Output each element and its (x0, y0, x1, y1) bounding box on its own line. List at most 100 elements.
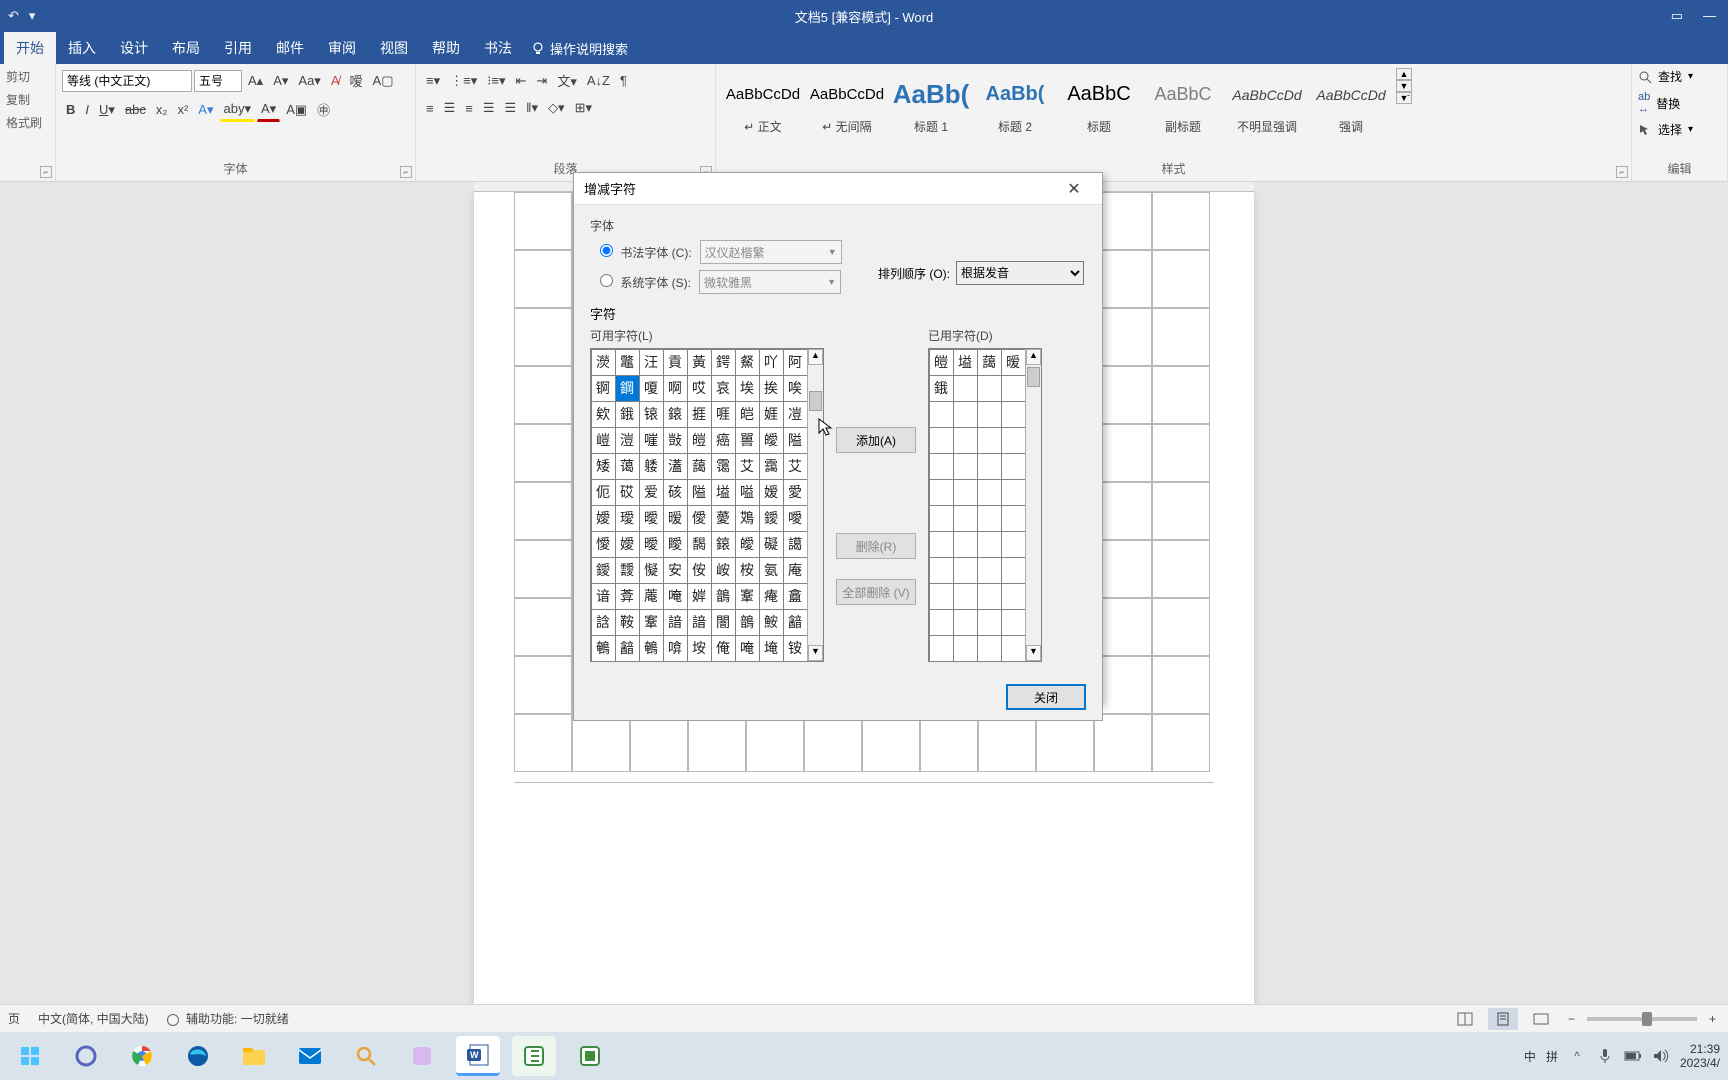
scroll-down-icon[interactable]: ▼ (808, 645, 823, 661)
char-cell[interactable]: 薆 (711, 505, 736, 532)
char-cell[interactable]: 鋨 (615, 401, 640, 428)
char-cell[interactable] (977, 401, 1002, 428)
view-read-button[interactable] (1450, 1008, 1480, 1030)
char-cell[interactable] (1001, 375, 1026, 402)
search-icon[interactable] (344, 1036, 388, 1076)
char-cell[interactable] (977, 453, 1002, 480)
tab-references[interactable]: 引用 (212, 32, 264, 64)
style-item[interactable]: AaBb(标题 2 (974, 68, 1056, 138)
char-cell[interactable] (953, 401, 978, 428)
format-painter-button[interactable]: 格式刷 (6, 114, 42, 131)
scroll-up-icon[interactable]: ▲ (808, 349, 823, 365)
enclose-char-button[interactable]: ㊥ (313, 97, 334, 122)
styles-gallery[interactable]: AaBbCcDd↵ 正文AaBbCcDd↵ 无间隔AaBb(标题 1AaBb(标… (722, 68, 1392, 138)
char-cell[interactable]: 鮟 (759, 609, 784, 636)
char-cell[interactable]: 鑀 (759, 505, 784, 532)
grow-font-button[interactable]: A▴ (244, 70, 267, 92)
style-item[interactable]: AaBbC标题 (1058, 68, 1140, 138)
char-cell[interactable]: 藹 (977, 349, 1002, 376)
char-cell[interactable]: 鼈 (615, 349, 640, 376)
callig-font-select[interactable]: 汉仪赵楷繁 ▼ (700, 240, 842, 264)
scroll-down-icon[interactable]: ▼ (1026, 645, 1041, 661)
char-cell[interactable] (1001, 401, 1026, 428)
status-language[interactable]: 中文(简体, 中国大陆) (38, 1010, 149, 1027)
char-cell[interactable]: 砹 (615, 479, 640, 506)
char-cell[interactable]: 汪 (639, 349, 664, 376)
char-cell[interactable]: 鎄 (663, 401, 688, 428)
char-cell[interactable] (953, 505, 978, 532)
char-cell[interactable]: 蔼 (615, 453, 640, 480)
italic-button[interactable]: I (81, 99, 93, 120)
tray-chevron-icon[interactable]: ^ (1568, 1047, 1586, 1065)
char-cell[interactable]: 婩 (687, 583, 712, 610)
char-cell[interactable]: 鞌 (639, 609, 664, 636)
explorer-icon[interactable] (232, 1036, 276, 1076)
tray-time[interactable]: 21:39 (1680, 1042, 1720, 1056)
align-right-button[interactable]: ≡ (461, 98, 477, 119)
char-cell[interactable]: 暧 (1001, 349, 1026, 376)
char-cell[interactable] (977, 427, 1002, 454)
char-cell[interactable]: 垵 (687, 635, 712, 662)
char-cell[interactable] (929, 427, 954, 454)
char-cell[interactable]: 嘼 (735, 427, 760, 454)
char-cell[interactable] (1001, 427, 1026, 454)
cut-button[interactable]: 剪切 (6, 68, 42, 85)
char-cell[interactable]: 硋 (663, 479, 688, 506)
copilot-icon[interactable] (64, 1036, 108, 1076)
char-cell[interactable]: 哀 (711, 375, 736, 402)
zoom-slider[interactable] (1587, 1017, 1697, 1021)
char-cell[interactable] (977, 375, 1002, 402)
remove-all-button[interactable]: 全部删除 (V) (836, 579, 916, 605)
tab-mail[interactable]: 邮件 (264, 32, 316, 64)
char-cell[interactable]: 鵪 (639, 635, 664, 662)
char-cell[interactable]: 諳 (687, 609, 712, 636)
char-cell[interactable] (929, 609, 954, 636)
char-cell[interactable]: 躷 (639, 453, 664, 480)
tell-me[interactable]: 操作说明搜索 (530, 39, 628, 64)
char-cell[interactable]: 鞍 (615, 609, 640, 636)
numbering-button[interactable]: ⋮≡▾ (446, 70, 481, 92)
char-cell[interactable] (929, 635, 954, 662)
char-cell[interactable]: 凒 (783, 401, 808, 428)
char-cell[interactable] (953, 557, 978, 584)
increase-indent-button[interactable]: ⇥ (532, 70, 551, 92)
scrollbar[interactable]: ▲ ▼ (1025, 349, 1041, 661)
add-button[interactable]: 添加(A) (836, 427, 916, 453)
char-cell[interactable]: 隘 (687, 479, 712, 506)
dialog-titlebar[interactable]: 增减字符 ✕ (574, 173, 1102, 205)
tab-design[interactable]: 设计 (108, 32, 160, 64)
strikethrough-button[interactable]: abc (121, 99, 150, 120)
char-cell[interactable]: 瞹 (663, 531, 688, 558)
char-cell[interactable]: 嗌 (735, 479, 760, 506)
char-cell[interactable]: 鑀 (591, 557, 616, 584)
dialog-launcher-icon[interactable]: ⌐ (1616, 166, 1628, 178)
char-cell[interactable]: 埃 (735, 375, 760, 402)
ime-mode[interactable]: 拼 (1546, 1048, 1558, 1065)
char-cell[interactable]: 愛 (783, 479, 808, 506)
char-cell[interactable] (953, 531, 978, 558)
system-font-select[interactable]: 微软雅黑 ▼ (699, 270, 841, 294)
char-cell[interactable]: 韽 (783, 609, 808, 636)
volume-icon[interactable] (1652, 1047, 1670, 1065)
char-cell[interactable]: 痷 (759, 583, 784, 610)
char-cell[interactable]: 阿 (783, 349, 808, 376)
char-cell[interactable]: 曖 (639, 531, 664, 558)
char-cell[interactable]: 諳 (663, 609, 688, 636)
char-cell[interactable] (953, 427, 978, 454)
style-item[interactable]: AaBbC副标题 (1142, 68, 1224, 138)
char-cell[interactable]: 譪 (783, 531, 808, 558)
char-cell[interactable]: 艾 (783, 453, 808, 480)
find-button[interactable]: 查找▾ (1638, 68, 1693, 85)
dialog-launcher-icon[interactable]: ⌐ (400, 166, 412, 178)
char-cell[interactable]: 桉 (735, 557, 760, 584)
char-cell[interactable] (953, 375, 978, 402)
char-cell[interactable]: 娾 (759, 401, 784, 428)
callig-font-radio[interactable]: 书法字体 (C): (600, 244, 692, 261)
tab-help[interactable]: 帮助 (420, 32, 472, 64)
shrink-font-button[interactable]: A▾ (269, 70, 292, 92)
char-cell[interactable]: 爱 (639, 479, 664, 506)
char-cell[interactable]: 璦 (615, 505, 640, 532)
font-color-button[interactable]: A▾ (257, 98, 280, 122)
distribute-button[interactable]: ☰ (501, 97, 521, 119)
dialog-launcher-icon[interactable]: ⌐ (40, 166, 52, 178)
